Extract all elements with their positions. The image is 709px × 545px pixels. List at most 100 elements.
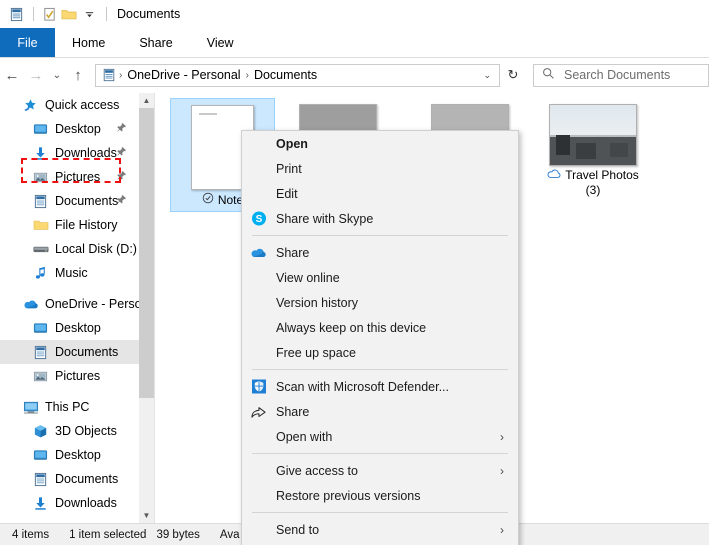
defender-shield-icon (250, 378, 267, 395)
context-menu-item-send-to[interactable]: Send to › (242, 517, 518, 542)
sidebar-item-label: Documents (55, 194, 119, 208)
context-menu-item-label: Give access to (276, 463, 358, 478)
desktop-icon (32, 447, 49, 464)
ribbon-tab-bar: File Home Share View (0, 28, 709, 58)
recent-locations-chevron-down-icon[interactable]: ⌄ (48, 63, 66, 87)
3d-objects-icon (32, 423, 49, 440)
context-menu-item-label: View online (276, 270, 340, 285)
quick-access-star-icon (22, 97, 39, 114)
context-menu-item-free-up-space[interactable]: Free up space (242, 340, 518, 365)
svg-text:S: S (255, 214, 262, 225)
context-menu-item-scan-with-microsoft-defender[interactable]: Scan with Microsoft Defender... (242, 374, 518, 399)
context-menu-item-share-with-skype[interactable]: S Share with Skype (242, 206, 518, 231)
breadcrumb-item-onedrive[interactable]: OneDrive - Personal (124, 68, 243, 82)
refresh-button[interactable]: ↻ (500, 64, 526, 87)
context-menu-item-label: Open with (276, 429, 333, 444)
sidebar-item-label: Documents (55, 472, 119, 486)
sidebar-item-documents[interactable]: Documents (0, 340, 139, 364)
sidebar-item-pictures[interactable]: Pictures (0, 165, 139, 189)
address-dropdown-chevron-down-icon[interactable]: ⌄ (483, 70, 495, 81)
context-menu-item-always-keep-on-this-device[interactable]: Always keep on this device (242, 315, 518, 340)
sidebar-item-desktop[interactable]: Desktop (0, 443, 139, 467)
up-button[interactable]: ↑ (66, 63, 90, 87)
sidebar-item-local-disk-d[interactable]: Local Disk (D:) (0, 237, 139, 261)
sidebar-item-quick-access[interactable]: Quick access (0, 93, 139, 117)
customize-qat-chevron-down-icon[interactable] (80, 5, 98, 23)
documents-folder-icon[interactable] (7, 5, 25, 23)
onedrive-cloud-icon (22, 296, 39, 313)
properties-icon[interactable] (40, 5, 58, 23)
context-menu-item-edit[interactable]: Edit (242, 181, 518, 206)
sidebar-item-label: Downloads (55, 496, 117, 510)
sidebar-item-downloads[interactable]: Downloads (0, 491, 139, 515)
sidebar-item-label: Desktop (55, 448, 101, 462)
qat-separator-2 (106, 7, 107, 21)
context-menu-item-label: Share with Skype (276, 211, 374, 226)
sidebar-item-label: Desktop (55, 321, 101, 335)
pictures-icon (32, 169, 49, 186)
context-menu-item-share[interactable]: Share (242, 240, 518, 265)
pin-icon[interactable] (116, 194, 127, 208)
pin-icon[interactable] (116, 170, 127, 184)
address-bar: ← → ⌄ ↑ › OneDrive - Personal › Document… (0, 59, 709, 91)
breadcrumb-separator-1[interactable]: › (244, 70, 251, 81)
window-title: Documents (117, 7, 181, 21)
sidebar-item-label: Desktop (55, 122, 101, 136)
sidebar-item-downloads[interactable]: Downloads (0, 141, 139, 165)
sidebar-item-desktop[interactable]: Desktop (0, 316, 139, 340)
back-button[interactable]: ← (0, 63, 24, 87)
context-menu-item-open[interactable]: Open (242, 131, 518, 156)
navigation-pane-scrollbar[interactable]: ▲ ▼ (139, 93, 154, 523)
sidebar-item-label: 3D Objects (55, 424, 117, 438)
scrollbar-thumb[interactable] (139, 108, 154, 398)
skype-icon: S (250, 210, 267, 227)
chevron-right-icon: › (500, 429, 504, 444)
sidebar-item-documents[interactable]: Documents (0, 189, 139, 213)
sidebar-item-this-pc[interactable]: This PC (0, 395, 139, 419)
sidebar-item-onedrive-personal[interactable]: OneDrive - Personal (0, 292, 139, 316)
music-icon (32, 265, 49, 282)
context-menu-item-print[interactable]: Print (242, 156, 518, 181)
documents-icon (32, 193, 49, 210)
documents-icon (100, 68, 117, 82)
sidebar-item-documents[interactable]: Documents (0, 467, 139, 491)
list-item-name: Travel Photos (565, 168, 639, 182)
context-menu-item-restore-previous-versions[interactable]: Restore previous versions (242, 483, 518, 508)
search-input[interactable]: Search Documents (533, 63, 709, 87)
tab-share[interactable]: Share (122, 28, 189, 57)
chevron-right-icon: › (500, 522, 504, 537)
synced-check-icon (202, 192, 214, 208)
sidebar-item-file-history[interactable]: File History (0, 213, 139, 237)
scroll-down-arrow-icon[interactable]: ▼ (139, 508, 154, 523)
context-menu-item-view-online[interactable]: View online (242, 265, 518, 290)
scroll-up-arrow-icon[interactable]: ▲ (139, 93, 154, 108)
sidebar-item-desktop[interactable]: Desktop (0, 117, 139, 141)
context-menu-item-version-history[interactable]: Version history (242, 290, 518, 315)
share-arrow-icon (250, 403, 267, 420)
context-menu-item-share[interactable]: Share (242, 399, 518, 424)
list-item-name: Note (217, 192, 244, 207)
folder-icon (32, 217, 49, 234)
downloads-icon (32, 495, 49, 512)
context-menu-item-give-access-to[interactable]: Give access to › (242, 458, 518, 483)
forward-button[interactable]: → (24, 63, 48, 87)
breadcrumb[interactable]: › OneDrive - Personal › Documents ⌄ (95, 63, 500, 87)
pin-icon[interactable] (116, 146, 127, 160)
sidebar-item-3d-objects[interactable]: 3D Objects (0, 419, 139, 443)
breadcrumb-separator-0[interactable]: › (117, 70, 124, 81)
sidebar-item-label: OneDrive - Personal (45, 297, 139, 311)
downloads-icon (32, 145, 49, 162)
context-menu-item-open-with[interactable]: Open with › (242, 424, 518, 449)
context-menu-item-label: Print (276, 161, 302, 176)
desktop-icon (32, 121, 49, 138)
sidebar-item-pictures[interactable]: Pictures (0, 364, 139, 388)
new-folder-icon[interactable] (60, 5, 78, 23)
pin-icon[interactable] (116, 122, 127, 136)
breadcrumb-item-documents[interactable]: Documents (251, 68, 320, 82)
sidebar-item-music[interactable]: Music (0, 261, 139, 285)
sidebar-item-label: Music (55, 266, 88, 280)
tab-file[interactable]: File (0, 28, 55, 57)
tab-view[interactable]: View (190, 28, 251, 57)
list-item[interactable]: Travel Photos (3) (533, 98, 653, 201)
tab-home[interactable]: Home (55, 28, 122, 57)
